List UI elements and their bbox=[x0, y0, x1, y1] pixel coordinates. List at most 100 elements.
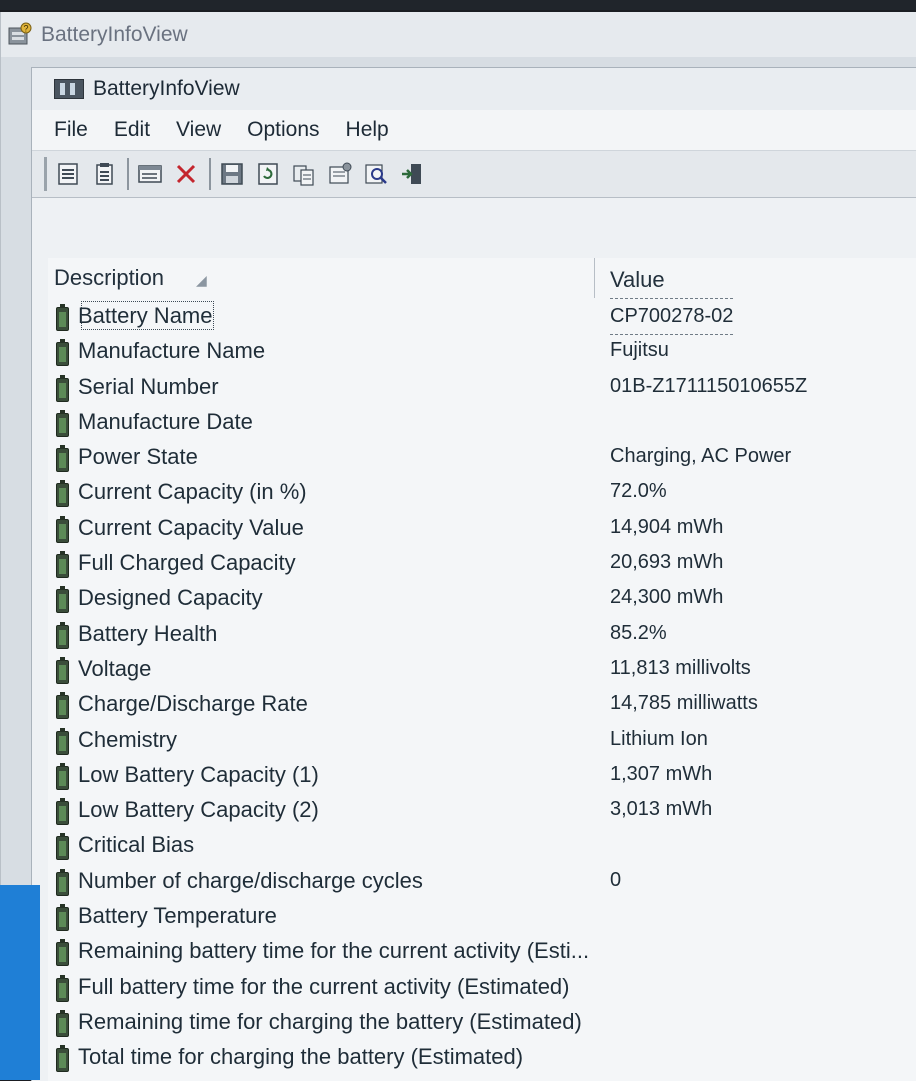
table-row[interactable]: Remaining time for charging the battery … bbox=[48, 1004, 916, 1039]
menu-view[interactable]: View bbox=[176, 118, 221, 142]
desktop-background bbox=[0, 885, 40, 1080]
menu-options[interactable]: Options bbox=[247, 118, 319, 142]
battery-icon bbox=[56, 1009, 69, 1037]
table-row[interactable]: Battery Temperature bbox=[48, 898, 916, 933]
table-row[interactable]: Full battery time for the current activi… bbox=[48, 969, 916, 1004]
row-description: Current Capacity Value bbox=[78, 514, 304, 540]
menu-help[interactable]: Help bbox=[346, 118, 389, 142]
table-row[interactable]: Critical Bias bbox=[48, 827, 916, 862]
save-icon[interactable] bbox=[217, 159, 247, 189]
outer-window: ? BatteryInfoView BatteryInfoView File E… bbox=[0, 12, 916, 1081]
row-value: 24,300 mWh bbox=[610, 586, 724, 609]
table-row[interactable]: Current Capacity Value 14,904 mWh bbox=[48, 510, 916, 545]
battery-icon bbox=[56, 374, 69, 402]
battery-icon bbox=[56, 868, 69, 896]
table-row[interactable]: Remaining battery time for the current a… bbox=[48, 933, 916, 968]
menu-file[interactable]: File bbox=[54, 118, 88, 142]
battery-icon bbox=[56, 974, 69, 1002]
window-title-bar[interactable]: BatteryInfoView bbox=[32, 68, 916, 110]
row-description: Battery Temperature bbox=[78, 903, 277, 929]
row-description: Low Battery Capacity (2) bbox=[78, 797, 319, 823]
row-value: CP700278-02 bbox=[610, 298, 734, 335]
refresh-icon[interactable] bbox=[253, 159, 283, 189]
row-description: Battery Health bbox=[78, 620, 218, 646]
menu-edit[interactable]: Edit bbox=[114, 118, 150, 142]
row-description: Battery Name bbox=[78, 298, 217, 333]
battery-window-icon bbox=[54, 79, 84, 99]
row-value: 01B-Z171115010655Z bbox=[610, 374, 808, 397]
row-description: Full Charged Capacity bbox=[78, 550, 296, 576]
row-description: Power State bbox=[78, 444, 198, 470]
row-description: Serial Number bbox=[78, 373, 219, 399]
row-description: Remaining time for charging the battery … bbox=[78, 1008, 582, 1034]
list-header: Description ◢ Value bbox=[48, 258, 916, 298]
battery-info-list[interactable]: Description ◢ Value Battery Name CP700278… bbox=[48, 258, 916, 1081]
table-row[interactable]: Low Battery Capacity (1) 1,307 mWh bbox=[48, 757, 916, 792]
row-description: Manufacture Name bbox=[78, 338, 266, 364]
row-value: 14,904 mWh bbox=[610, 515, 724, 538]
row-value: 11,813 millivolts bbox=[610, 656, 751, 679]
table-row[interactable]: Voltage 11,813 millivolts bbox=[48, 651, 916, 686]
battery-icon bbox=[56, 621, 69, 649]
battery-icon bbox=[56, 833, 69, 861]
copy-list-icon[interactable] bbox=[89, 159, 119, 189]
row-value: 3,013 mWh bbox=[610, 798, 713, 821]
row-description: Low Battery Capacity (1) bbox=[78, 761, 319, 787]
row-value: 20,693 mWh bbox=[610, 551, 724, 574]
battery-icon bbox=[56, 586, 69, 614]
table-row[interactable]: Serial Number 01B-Z171115010655Z bbox=[48, 369, 916, 404]
row-value: 85.2% bbox=[610, 621, 667, 644]
column-header-description-label: Description bbox=[54, 265, 165, 290]
battery-icon bbox=[56, 939, 69, 967]
table-row[interactable]: Low Battery Capacity (2) 3,013 mWh bbox=[48, 792, 916, 827]
battery-icon bbox=[56, 409, 69, 437]
toolbar-grip[interactable] bbox=[44, 157, 47, 191]
table-row[interactable]: Manufacture Date bbox=[48, 404, 916, 439]
table-row[interactable]: Current Capacity (in %) 72.0% bbox=[48, 474, 916, 509]
row-description: Full battery time for the current activi… bbox=[78, 973, 570, 999]
table-row[interactable]: Power State Charging, AC Power bbox=[48, 439, 916, 474]
battery-icon bbox=[56, 656, 69, 684]
battery-icon bbox=[56, 515, 69, 543]
battery-icon bbox=[56, 480, 69, 508]
row-description: Voltage bbox=[78, 655, 152, 681]
html-report-icon[interactable] bbox=[135, 159, 165, 189]
table-row[interactable]: Chemistry Lithium Ion bbox=[48, 722, 916, 757]
table-row[interactable]: Battery Health 85.2% bbox=[48, 616, 916, 651]
exit-icon[interactable] bbox=[397, 159, 427, 189]
row-description: Number of charge/discharge cycles bbox=[78, 867, 423, 893]
properties-icon[interactable] bbox=[53, 159, 83, 189]
battery-icon bbox=[56, 692, 69, 720]
battery-icon bbox=[56, 1045, 69, 1073]
table-row[interactable]: Designed Capacity 24,300 mWh bbox=[48, 580, 916, 615]
battery-icon bbox=[56, 551, 69, 579]
row-value: 1,307 mWh bbox=[610, 762, 713, 785]
table-row[interactable]: Total time for charging the battery (Est… bbox=[48, 1039, 916, 1074]
toolbar-separator bbox=[209, 158, 211, 190]
battery-icon bbox=[56, 445, 69, 473]
table-row[interactable]: Battery Name CP700278-02 bbox=[48, 298, 916, 335]
outer-window-title: BatteryInfoView bbox=[41, 22, 188, 46]
battery-icon bbox=[56, 304, 69, 331]
menu-bar: File Edit View Options Help bbox=[32, 110, 916, 150]
table-row[interactable]: Full Charged Capacity 20,693 mWh bbox=[48, 545, 916, 580]
column-header-description[interactable]: Description bbox=[54, 258, 595, 298]
column-header-value[interactable]: Value bbox=[610, 262, 665, 298]
delete-icon[interactable] bbox=[171, 159, 201, 189]
app-icon: ? bbox=[8, 22, 32, 44]
row-description: Charge/Discharge Rate bbox=[78, 691, 308, 717]
copy-icon[interactable] bbox=[289, 159, 319, 189]
outer-title-bar[interactable]: ? BatteryInfoView bbox=[1, 12, 916, 57]
list-rows: Battery Name CP700278-02 Manufacture Name F… bbox=[48, 298, 916, 1075]
toolbar-separator bbox=[127, 158, 129, 190]
table-row[interactable]: Charge/Discharge Rate 14,785 milliwatts bbox=[48, 686, 916, 721]
battery-icon bbox=[56, 798, 69, 826]
table-row[interactable]: Number of charge/discharge cycles 0 bbox=[48, 863, 916, 898]
toolbar bbox=[32, 150, 916, 198]
row-description: Manufacture Date bbox=[78, 408, 253, 434]
options-icon[interactable] bbox=[325, 159, 355, 189]
battery-icon bbox=[56, 339, 69, 367]
table-row[interactable]: Manufacture Name Fujitsu bbox=[48, 333, 916, 368]
battery-icon bbox=[56, 727, 69, 755]
find-icon[interactable] bbox=[361, 159, 391, 189]
